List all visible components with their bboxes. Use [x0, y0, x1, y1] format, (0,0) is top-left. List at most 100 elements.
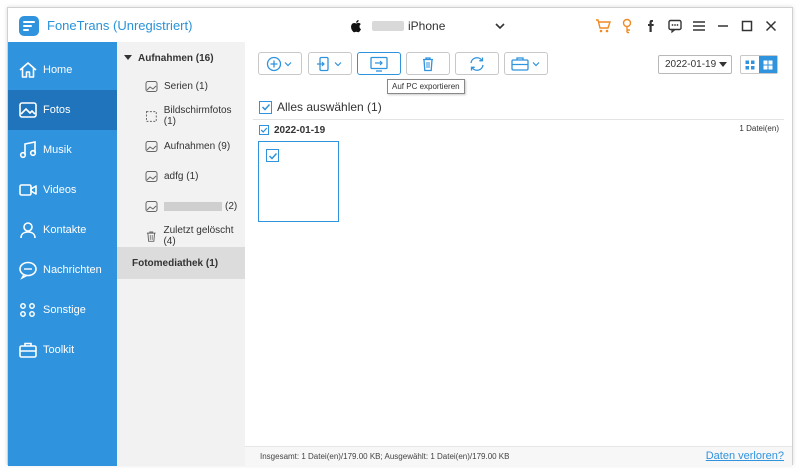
sidebar-item-label: Sonstige — [43, 304, 86, 316]
delete-button[interactable] — [406, 52, 450, 75]
contacts-icon — [18, 220, 38, 240]
chat-icon[interactable] — [664, 17, 686, 35]
date-filter-value: 2022-01-19 — [665, 59, 717, 70]
date-group-row: 2022-01-19 1 Datei(en) — [259, 122, 779, 138]
sidebar-item-label: Nachrichten — [43, 264, 102, 276]
messages-icon — [18, 260, 38, 280]
titlebar: FoneTrans (Unregistriert) iPhone — [8, 8, 792, 42]
checkmark-icon — [261, 103, 270, 111]
main-content: Auf PC exportieren 2022-01-19 Alles ausw… — [245, 42, 792, 466]
key-icon[interactable] — [616, 17, 638, 35]
sidebar-item-musik[interactable]: Musik — [8, 130, 117, 170]
sidebar-item-label: Musik — [43, 144, 72, 156]
app-window: FoneTrans (Unregistriert) iPhone Home Fo… — [7, 7, 793, 466]
sidebar-item-nachrichten[interactable]: Nachrichten — [8, 250, 117, 290]
album-item[interactable]: Serien (1) — [145, 78, 208, 94]
minimize-icon[interactable] — [712, 17, 734, 35]
sidebar-item-kontakte[interactable]: Kontakte — [8, 210, 117, 250]
sidebar-item-label: Fotos — [43, 104, 71, 116]
file-count: 1 Datei(en) — [739, 124, 779, 133]
divider — [253, 119, 784, 120]
album-group-label: Aufnahmen (16) — [138, 52, 214, 64]
album-icon — [145, 170, 158, 182]
album-item[interactable]: Aufnahmen (9) — [145, 138, 230, 154]
titlebar-actions — [590, 16, 782, 36]
sidebar: Home Fotos Musik Videos Kontakte Nachric… — [8, 42, 117, 466]
album-panel: Aufnahmen (16) Serien (1) Bildschirmfoto… — [117, 42, 245, 466]
tooltip: Auf PC exportieren — [387, 79, 465, 94]
album-icon — [145, 200, 158, 212]
album-label: (2) — [225, 200, 238, 212]
album-label: Aufnahmen (9) — [164, 140, 231, 152]
large-grid-icon — [763, 60, 773, 69]
album-item[interactable]: (2) — [145, 198, 237, 214]
device-selector[interactable]: iPhone — [350, 17, 505, 35]
music-icon — [18, 140, 38, 160]
sidebar-item-fotos[interactable]: Fotos — [8, 90, 117, 130]
maximize-icon[interactable] — [736, 17, 758, 35]
sidebar-item-toolkit[interactable]: Toolkit — [8, 330, 117, 370]
trash-icon — [146, 231, 156, 242]
facebook-icon[interactable] — [640, 17, 662, 35]
sidebar-item-sonstige[interactable]: Sonstige — [8, 290, 117, 330]
select-all-checkbox[interactable] — [259, 100, 272, 114]
toolbar: Auf PC exportieren 2022-01-19 — [245, 42, 792, 94]
delete-icon — [423, 56, 433, 71]
apple-icon — [351, 20, 361, 33]
pc-export-icon — [370, 56, 388, 72]
sidebar-item-label: Kontakte — [43, 224, 87, 236]
status-bar: Insgesamt: 1 Datei(en)/179.00 KB; Ausgew… — [245, 446, 792, 466]
cart-icon[interactable] — [592, 17, 614, 35]
photo-library-item[interactable]: Fotomediathek (1) — [117, 247, 245, 279]
dropdown-caret-icon — [719, 62, 727, 67]
select-all-label: Alles auswählen (1) — [277, 100, 382, 114]
sidebar-item-label: Home — [43, 64, 73, 76]
fonetrans-logo-icon — [19, 16, 39, 36]
add-button[interactable] — [258, 52, 302, 75]
view-toggle — [740, 55, 778, 74]
menu-icon[interactable] — [688, 17, 710, 35]
redacted-album-name — [164, 201, 222, 211]
export-to-pc-button[interactable] — [357, 52, 401, 75]
album-item[interactable]: Zuletzt gelöscht (4) — [145, 225, 245, 247]
album-icon — [145, 80, 158, 92]
checkmark-icon — [260, 127, 268, 133]
close-icon[interactable] — [760, 17, 782, 35]
sidebar-item-videos[interactable]: Videos — [8, 170, 117, 210]
screenshot-icon — [145, 110, 157, 122]
date-filter-select[interactable]: 2022-01-19 — [658, 55, 732, 74]
small-grid-icon — [745, 60, 755, 69]
data-lost-link[interactable]: Daten verloren? — [706, 450, 784, 462]
expand-triangle-icon[interactable] — [120, 50, 136, 66]
photo-library-label: Fotomediathek (1) — [132, 257, 219, 269]
date-group-checkbox[interactable] — [259, 125, 269, 135]
photo-checkbox[interactable] — [266, 149, 279, 162]
large-grid-view-button[interactable] — [759, 56, 777, 73]
refresh-button[interactable] — [455, 52, 499, 75]
photos-icon — [18, 100, 38, 120]
chevron-down-icon[interactable] — [494, 20, 506, 32]
date-group-label: 2022-01-19 — [274, 124, 326, 136]
album-group-header[interactable]: Aufnahmen (16) — [117, 50, 245, 66]
device-name: iPhone — [408, 19, 446, 33]
device-export-icon — [317, 56, 342, 71]
export-to-device-button[interactable] — [308, 52, 352, 75]
status-summary: Insgesamt: 1 Datei(en)/179.00 KB; Ausgew… — [260, 452, 510, 461]
toolbox-icon — [511, 56, 540, 71]
redacted-device-name — [372, 21, 404, 31]
other-icon — [18, 300, 38, 320]
toolbox-button[interactable] — [504, 52, 548, 75]
select-all-row[interactable]: Alles auswählen (1) — [259, 99, 382, 115]
home-icon — [18, 60, 38, 80]
album-item[interactable]: Bildschirmfotos (1) — [145, 105, 245, 127]
video-icon — [18, 180, 38, 200]
sidebar-item-label: Videos — [43, 184, 77, 196]
app-title: FoneTrans (Unregistriert) — [47, 18, 193, 33]
small-grid-view-button[interactable] — [741, 56, 759, 73]
album-label: Bildschirmfotos (1) — [163, 105, 232, 127]
sidebar-item-home[interactable]: Home — [8, 50, 117, 90]
album-label: Serien (1) — [164, 80, 208, 92]
album-item[interactable]: adfg (1) — [145, 168, 198, 184]
album-label: adfg (1) — [164, 170, 199, 182]
photo-thumbnail[interactable] — [258, 141, 339, 222]
